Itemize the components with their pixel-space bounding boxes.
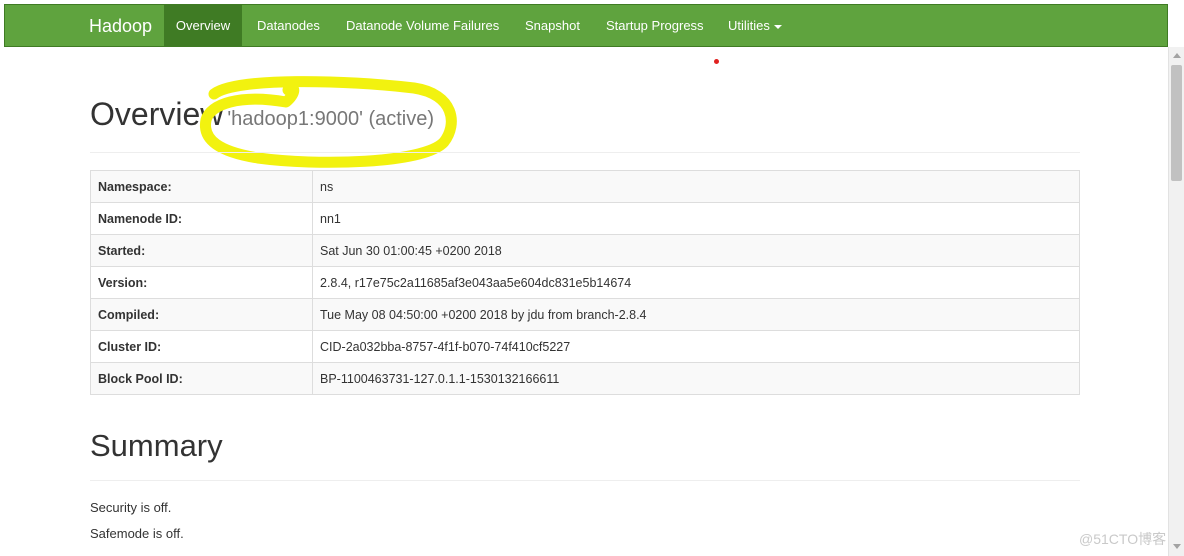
safemode-status: Safemode is off.: [90, 526, 184, 541]
summary-title: Summary: [90, 428, 223, 463]
scroll-down-icon[interactable]: [1173, 544, 1181, 549]
brand-logo[interactable]: Hadoop: [89, 5, 152, 46]
row-key: Block Pool ID:: [90, 362, 313, 395]
row-value: 2.8.4, r17e75c2a11685af3e043aa5e604dc831…: [312, 266, 1080, 299]
nav-startup-progress[interactable]: Startup Progress: [606, 5, 704, 46]
row-key: Compiled:: [90, 298, 313, 331]
title-divider: [90, 152, 1080, 153]
namenode-info-table: Namespace: ns Namenode ID: nn1 Started: …: [90, 170, 1080, 395]
top-navbar: Hadoop Overview Datanodes Datanode Volum…: [4, 4, 1168, 47]
security-status: Security is off.: [90, 500, 172, 515]
row-value: Tue May 08 04:50:00 +0200 2018 by jdu fr…: [312, 298, 1080, 331]
nav-datanode-volume-failures[interactable]: Datanode Volume Failures: [346, 5, 499, 46]
watermark: @51CTO博客: [1079, 531, 1167, 547]
nav-datanodes[interactable]: Datanodes: [257, 5, 320, 46]
table-row: Block Pool ID: BP-1100463731-127.0.1.1-1…: [90, 362, 1080, 395]
table-row: Compiled: Tue May 08 04:50:00 +0200 2018…: [90, 298, 1080, 331]
table-row: Cluster ID: CID-2a032bba-8757-4f1f-b070-…: [90, 330, 1080, 363]
row-value: BP-1100463731-127.0.1.1-1530132166611: [312, 362, 1080, 395]
row-value: ns: [312, 170, 1080, 203]
row-key: Started:: [90, 234, 313, 267]
nav-snapshot[interactable]: Snapshot: [525, 5, 580, 46]
summary-divider: [90, 480, 1080, 481]
nav-utilities[interactable]: Utilities: [728, 5, 782, 46]
row-key: Namenode ID:: [90, 202, 313, 235]
table-row: Version: 2.8.4, r17e75c2a11685af3e043aa5…: [90, 266, 1080, 299]
scroll-up-icon[interactable]: [1173, 53, 1181, 58]
table-row: Namespace: ns: [90, 170, 1080, 203]
row-value: Sat Jun 30 01:00:45 +0200 2018: [312, 234, 1080, 267]
row-value: nn1: [312, 202, 1080, 235]
row-value: CID-2a032bba-8757-4f1f-b070-74f410cf5227: [312, 330, 1080, 363]
row-key: Cluster ID:: [90, 330, 313, 363]
table-row: Namenode ID: nn1: [90, 202, 1080, 235]
row-key: Namespace:: [90, 170, 313, 203]
red-dot-mark: [714, 59, 719, 64]
yellow-highlight-circle: [199, 76, 457, 168]
scrollbar-thumb[interactable]: [1171, 65, 1182, 181]
table-row: Started: Sat Jun 30 01:00:45 +0200 2018: [90, 234, 1080, 267]
nav-utilities-label: Utilities: [728, 18, 770, 33]
row-key: Version:: [90, 266, 313, 299]
vertical-scrollbar[interactable]: [1168, 47, 1184, 556]
nav-overview[interactable]: Overview: [164, 5, 242, 46]
chevron-down-icon: [773, 24, 782, 29]
